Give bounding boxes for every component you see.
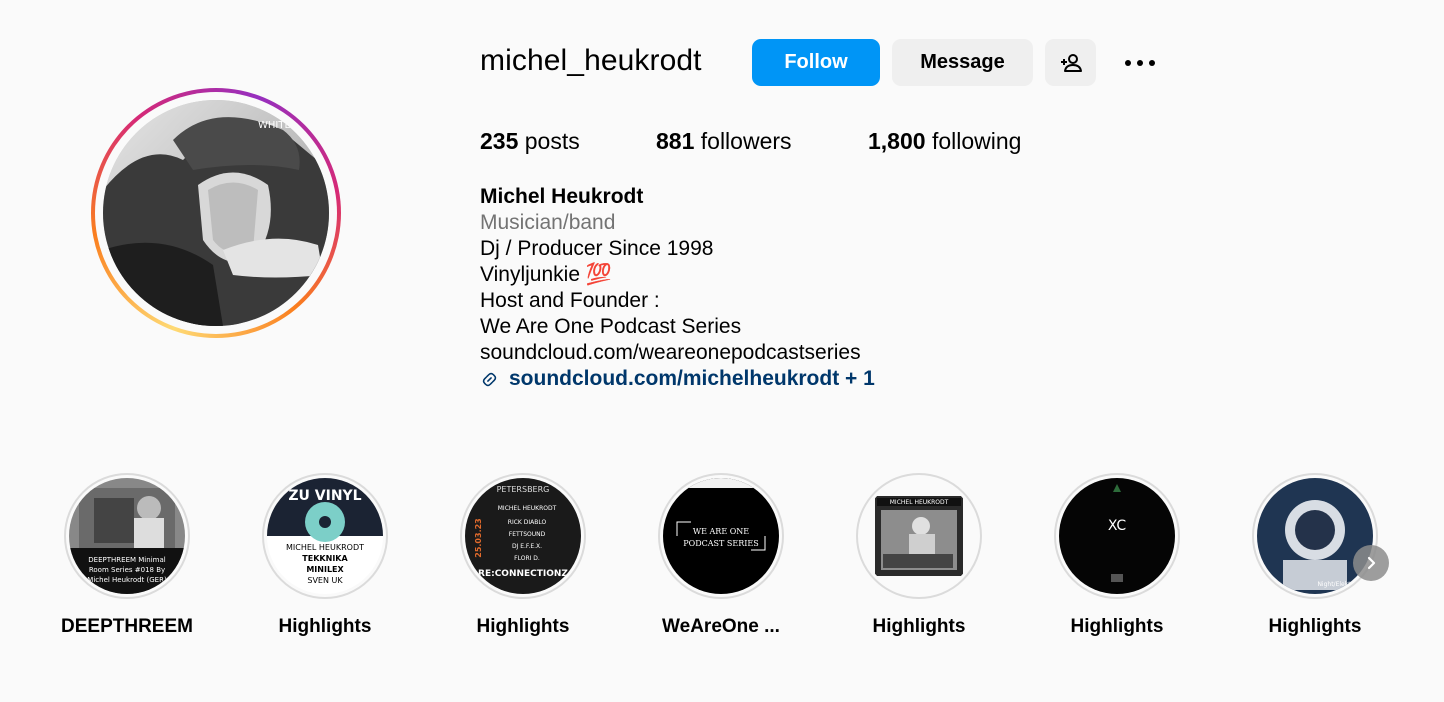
- highlight-cover-text: MINILEX: [306, 565, 344, 574]
- display-name: Michel Heukrodt: [480, 185, 644, 208]
- highlight-item[interactable]: PETERSBERG MICHEL HEUKRODT RICK DIABLO F…: [438, 473, 608, 638]
- following-stat[interactable]: 1,800 following: [868, 128, 1021, 155]
- bio-line: Host and Founder :: [480, 289, 660, 312]
- highlight-cover-text: Night/Elektro: [1317, 581, 1356, 588]
- highlight-cover: Night/Elektro: [1257, 478, 1373, 594]
- highlights-next-button[interactable]: [1353, 545, 1389, 581]
- highlight-cover-text: PODCAST SERIES: [683, 539, 758, 548]
- add-person-icon: [1060, 53, 1082, 72]
- more-options-icon: [1125, 59, 1155, 66]
- highlight-cover-text: Michel Heukrodt (GER): [87, 576, 167, 584]
- highlight-cover-text: ZU VINYL: [288, 488, 361, 504]
- bio: Michel Heukrodt Musician/band Dj / Produ…: [480, 184, 875, 392]
- highlight-cover-text: MICHEL HEUKRODT: [890, 499, 949, 506]
- avatar[interactable]: WHITE: [103, 100, 329, 326]
- external-link[interactable]: soundcloud.com/michelheukrodt + 1: [480, 366, 875, 392]
- highlight-cover-text: WE ARE ONE: [693, 527, 749, 536]
- highlight-cover-text: DJ E.F.E.X.: [512, 543, 542, 550]
- following-label: following: [931, 128, 1022, 154]
- highlight-cover-text: PETERSBERG: [497, 485, 550, 494]
- followers-stat[interactable]: 881 followers: [656, 128, 792, 155]
- highlight-label: Highlights: [872, 616, 966, 637]
- posts-count: 235: [480, 128, 519, 154]
- chevron-right-icon: [1367, 556, 1376, 570]
- highlight-ring: XC: [1054, 473, 1180, 599]
- posts-stat[interactable]: 235 posts: [480, 128, 580, 155]
- bio-line: soundcloud.com/weareonepodcastseries: [480, 341, 861, 364]
- profile-page: WHITE michel_heukrodt Follow Message 235…: [0, 0, 1444, 702]
- highlight-item[interactable]: WE ARE ONE PODCAST SERIES WeAreOne ...: [636, 473, 806, 638]
- highlight-cover-text: RE:CONNECTIONZ: [478, 569, 568, 579]
- highlight-ring: WE ARE ONE PODCAST SERIES: [658, 473, 784, 599]
- highlight-cover-text: SVEN UK: [307, 576, 343, 585]
- followers-label: followers: [700, 128, 792, 154]
- highlight-ring: PETERSBERG MICHEL HEUKRODT RICK DIABLO F…: [460, 473, 586, 599]
- bio-line: We Are One Podcast Series: [480, 315, 742, 338]
- highlight-cover-text: DEEPTHREEM Minimal: [88, 556, 165, 564]
- highlight-cover-text: XC: [1108, 518, 1127, 534]
- highlight-cover: MICHEL HEUKRODT: [861, 478, 977, 594]
- highlight-ring: DEEPTHREEM Minimal Room Series #018 By M…: [64, 473, 190, 599]
- highlight-item[interactable]: DEEPTHREEM Minimal Room Series #018 By M…: [42, 473, 212, 638]
- more-options-button[interactable]: [1116, 39, 1164, 86]
- highlight-label: Highlights: [476, 616, 570, 637]
- highlight-cover-text: Room Series #018 By: [89, 566, 165, 574]
- following-count: 1,800: [868, 128, 926, 154]
- highlight-cover-text: 25.03.23: [474, 518, 483, 557]
- suggested-accounts-button[interactable]: [1045, 39, 1096, 86]
- posts-label: posts: [524, 128, 580, 154]
- avatar-image: WHITE: [103, 100, 329, 326]
- highlight-item[interactable]: XC Highlights: [1032, 473, 1202, 638]
- highlight-label: Highlights: [278, 616, 372, 637]
- category-label: Musician/band: [480, 211, 616, 234]
- highlight-cover-text: FETTSOUND: [509, 531, 546, 538]
- highlight-cover: ZU VINYL MICHEL HEUKRODT TEKKNIKA MINILE…: [267, 478, 383, 594]
- highlight-label: DEEPTHREEM: [61, 616, 193, 637]
- highlight-item[interactable]: MICHEL HEUKRODT Highlights: [834, 473, 1004, 638]
- link-icon: [482, 372, 497, 386]
- highlight-cover: DEEPTHREEM Minimal Room Series #018 By M…: [69, 478, 185, 594]
- highlight-cover: WE ARE ONE PODCAST SERIES: [663, 478, 779, 594]
- highlight-cover: PETERSBERG MICHEL HEUKRODT RICK DIABLO F…: [465, 478, 581, 594]
- highlight-cover-text: TEKKNIKA: [302, 554, 348, 563]
- highlight-cover: XC: [1059, 478, 1175, 594]
- highlight-label: WeAreOne ...: [662, 616, 780, 637]
- highlight-item[interactable]: ZU VINYL MICHEL HEUKRODT TEKKNIKA MINILE…: [240, 473, 410, 638]
- highlight-ring: ZU VINYL MICHEL HEUKRODT TEKKNIKA MINILE…: [262, 473, 388, 599]
- highlight-ring: MICHEL HEUKRODT: [856, 473, 982, 599]
- highlight-cover-text: FLORI D.: [514, 555, 540, 562]
- highlight-label: Highlights: [1268, 616, 1362, 637]
- highlight-cover-text: RICK DIABLO: [508, 519, 547, 526]
- follow-button[interactable]: Follow: [752, 39, 880, 86]
- bio-line: Vinyljunkie 💯: [480, 263, 612, 286]
- username: michel_heukrodt: [480, 44, 702, 77]
- external-link-text: soundcloud.com/michelheukrodt + 1: [509, 367, 875, 390]
- message-button[interactable]: Message: [892, 39, 1033, 86]
- bio-line: Dj / Producer Since 1998: [480, 237, 714, 260]
- highlight-ring: Night/Elektro: [1252, 473, 1378, 599]
- followers-count: 881: [656, 128, 695, 154]
- highlight-cover-text: MICHEL HEUKRODT: [498, 505, 557, 512]
- highlight-label: Highlights: [1070, 616, 1164, 637]
- highlight-cover-text: MICHEL HEUKRODT: [286, 543, 364, 552]
